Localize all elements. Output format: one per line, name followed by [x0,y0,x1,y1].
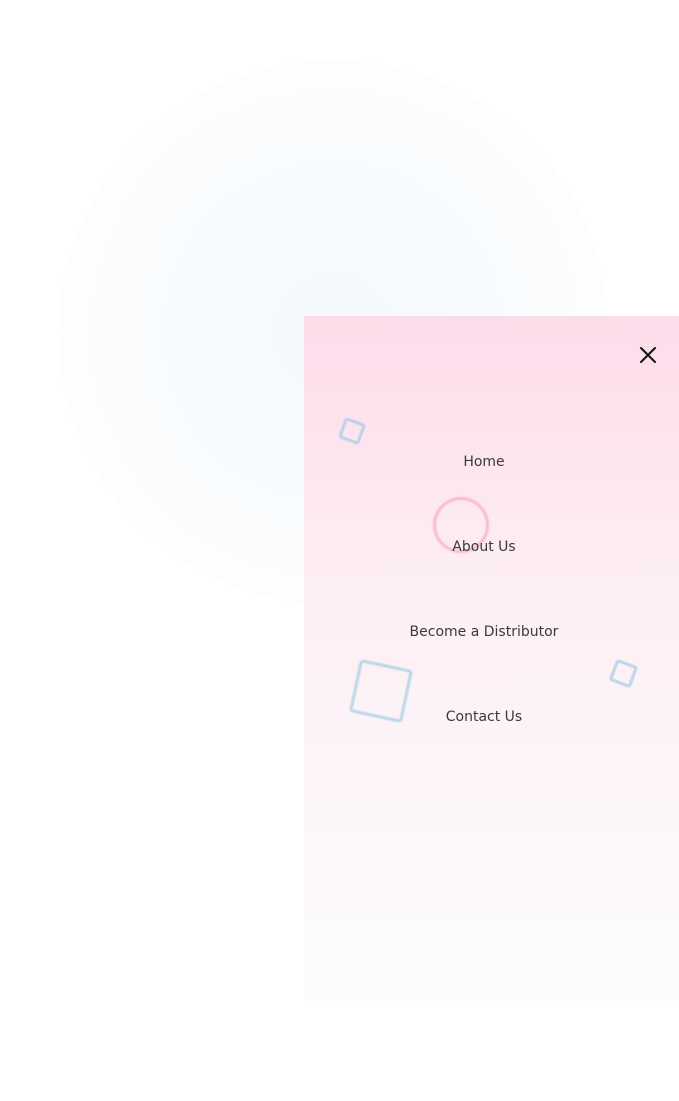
nav-item-home: Home [304,446,664,531]
nav-link-become-distributor[interactable]: Become a Distributor [410,616,559,648]
nav-link-contact-us[interactable]: Contact Us [446,701,522,733]
nav-link-about-us[interactable]: About Us [452,531,515,563]
close-menu-button[interactable] [637,344,659,366]
nav-item-about-us: About Us [304,531,664,616]
nav-item-become-distributor: Become a Distributor [304,616,664,701]
mobile-menu-drawer: Home About Us Become a Distributor Conta… [304,316,679,1001]
nav-menu: Home About Us Become a Distributor Conta… [304,446,664,786]
close-icon [640,347,656,363]
decorative-square [337,416,367,446]
page: Home About Us Become a Distributor Conta… [0,0,679,1101]
nav-link-home[interactable]: Home [463,446,504,478]
nav-item-contact-us: Contact Us [304,701,664,786]
